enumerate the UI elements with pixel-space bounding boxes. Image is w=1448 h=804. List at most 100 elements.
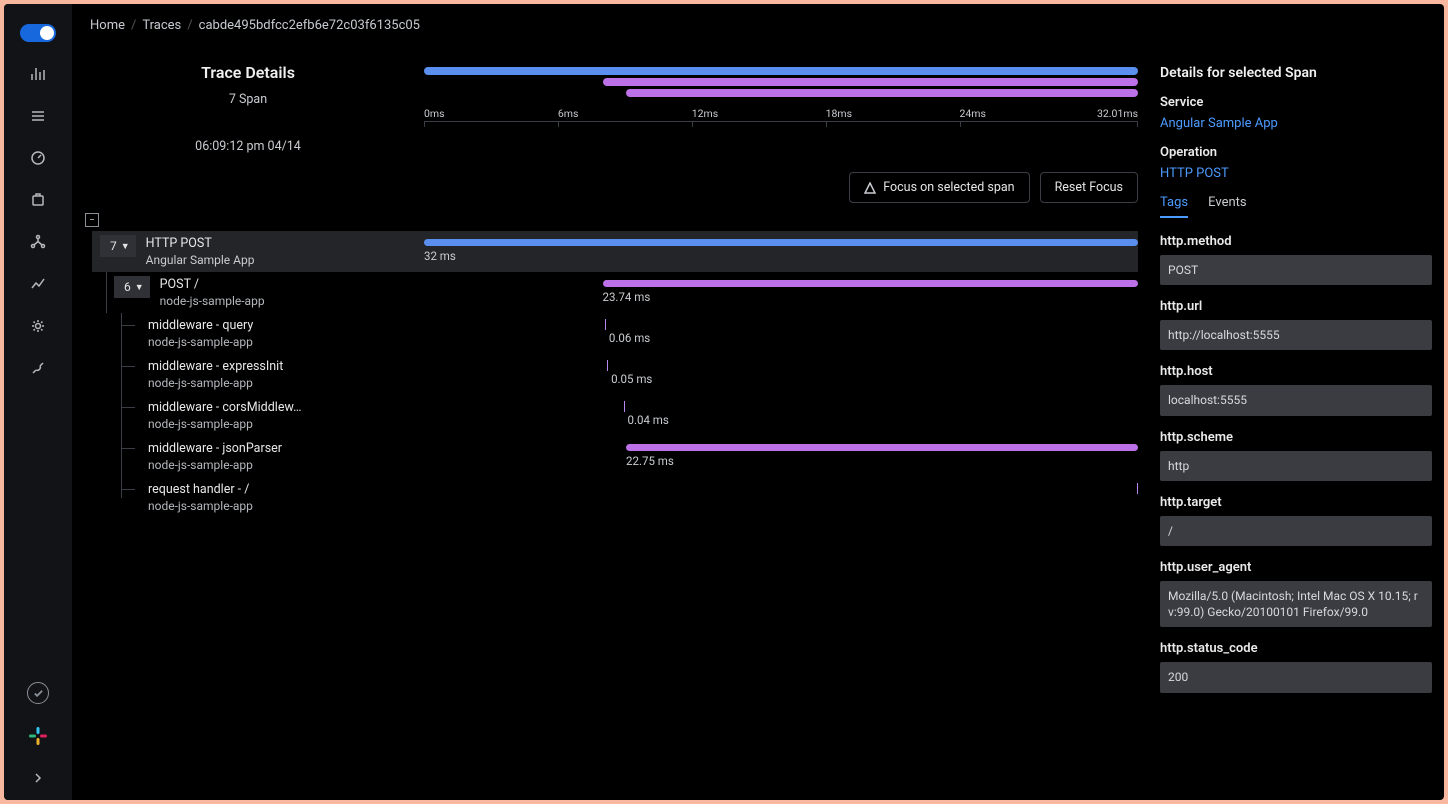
span-duration: 0.05 ms	[611, 372, 652, 386]
theme-toggle[interactable]	[20, 24, 56, 42]
span-service: node-js-sample-app	[148, 417, 301, 431]
tag-key: http.target	[1160, 495, 1432, 510]
span-duration: 0.06 ms	[609, 331, 650, 345]
slack-icon[interactable]	[28, 726, 48, 746]
span-details-panel: Details for selected Span Service Angula…	[1148, 47, 1444, 800]
list-icon[interactable]	[28, 106, 48, 126]
service-link[interactable]: Angular Sample App	[1160, 116, 1432, 131]
tag-key: http.scheme	[1160, 430, 1432, 445]
expand-sidebar-icon[interactable]	[28, 768, 48, 788]
span-row[interactable]: middleware - expressInit node-js-sample-a…	[92, 354, 1138, 395]
span-service: node-js-sample-app	[148, 335, 253, 349]
span-operation: request handler - /	[148, 482, 253, 497]
instrument-icon[interactable]	[28, 358, 48, 378]
minimap-bar	[424, 67, 1138, 75]
tag-value[interactable]: localhost:5555	[1160, 385, 1432, 415]
tag-block: http.user_agent Mozilla/5.0 (Macintosh; I…	[1160, 560, 1432, 627]
span-duration: 22.75 ms	[626, 454, 674, 468]
tag-key: http.status_code	[1160, 641, 1432, 656]
usage-icon[interactable]	[28, 274, 48, 294]
span-service: node-js-sample-app	[148, 376, 283, 390]
span-bar	[605, 319, 606, 330]
span-row[interactable]: request handler - / node-js-sample-app	[92, 477, 1138, 518]
tag-key: http.method	[1160, 234, 1432, 249]
tag-value[interactable]: POST	[1160, 255, 1432, 285]
dashboard-icon[interactable]	[28, 148, 48, 168]
span-row[interactable]: 6▼ POST / node-js-sample-app 23.74 ms	[92, 272, 1138, 313]
span-row[interactable]: middleware - jsonParser node-js-sample-ap…	[92, 436, 1138, 477]
span-operation: HTTP POST	[146, 236, 255, 251]
tag-value[interactable]: /	[1160, 516, 1432, 546]
span-service: node-js-sample-app	[160, 294, 265, 308]
minimap-bar	[603, 78, 1139, 86]
tag-value[interactable]: http://localhost:5555	[1160, 320, 1432, 350]
span-bar	[424, 239, 1138, 246]
tag-block: http.target /	[1160, 495, 1432, 546]
span-row[interactable]: middleware - query node-js-sample-app 0.06…	[92, 313, 1138, 354]
ruler-tick: 12ms	[692, 107, 718, 120]
span-toggle[interactable]: 7▼	[100, 235, 136, 257]
ruler-tick: 6ms	[558, 107, 579, 120]
minimap-bar	[626, 89, 1138, 97]
metrics-icon[interactable]	[28, 64, 48, 84]
page-title: Trace Details	[72, 63, 424, 82]
settings-icon[interactable]	[28, 316, 48, 336]
ruler-tick: 24ms	[960, 107, 986, 120]
tab-events[interactable]: Events	[1208, 195, 1246, 218]
breadcrumb: Home / Traces / cabde495bdfcc2efb6e72c03…	[72, 4, 1444, 47]
operation-label: Operation	[1160, 145, 1432, 160]
operation-link[interactable]: HTTP POST	[1160, 166, 1432, 181]
tag-block: http.status_code 200	[1160, 641, 1432, 692]
span-operation: POST /	[160, 277, 265, 292]
span-operation: middleware - expressInit	[148, 359, 283, 374]
span-operation: middleware - jsonParser	[148, 441, 282, 456]
tag-block: http.url http://localhost:5555	[1160, 299, 1432, 350]
span-duration: 0.04 ms	[627, 413, 668, 427]
details-title: Details for selected Span	[1160, 65, 1432, 81]
breadcrumb-traces[interactable]: Traces	[142, 18, 181, 33]
trace-minimap[interactable]	[424, 67, 1138, 103]
tag-key: http.user_agent	[1160, 560, 1432, 575]
time-ruler: 0ms 6ms 12ms 18ms 24ms 32.01ms	[424, 107, 1138, 127]
breadcrumb-trace-id: cabde495bdfcc2efb6e72c03f6135c05	[199, 18, 420, 33]
collapse-all-button[interactable]: −	[85, 213, 99, 227]
span-row[interactable]: middleware - corsMiddlew… node-js-sample-…	[92, 395, 1138, 436]
tag-value[interactable]: 200	[1160, 662, 1432, 692]
tag-value[interactable]: http	[1160, 451, 1432, 481]
separator: /	[187, 18, 192, 33]
tag-block: http.method POST	[1160, 234, 1432, 285]
reset-focus-button[interactable]: Reset Focus	[1040, 172, 1138, 203]
sidebar	[4, 4, 72, 800]
trace-timestamp: 06:09:12 pm 04/14	[72, 139, 424, 154]
span-bar	[607, 360, 608, 371]
tag-value[interactable]: Mozilla/5.0 (Macintosh; Intel Mac OS X 1…	[1160, 581, 1432, 627]
span-service: Angular Sample App	[146, 253, 255, 267]
span-toggle[interactable]: 6▼	[114, 276, 150, 298]
service-label: Service	[1160, 95, 1432, 110]
tag-block: http.hostlocalhost:5555	[1160, 364, 1432, 415]
tab-tags[interactable]: Tags	[1160, 195, 1188, 218]
tag-key: http.url	[1160, 299, 1432, 314]
service-map-icon[interactable]	[28, 232, 48, 252]
ruler-tick: 18ms	[826, 107, 852, 120]
span-bar	[603, 280, 1139, 287]
breadcrumb-home[interactable]: Home	[90, 18, 125, 33]
span-row[interactable]: 7▼ HTTP POST Angular Sample App 32 ms	[92, 231, 1138, 272]
status-ok-icon[interactable]	[27, 682, 49, 704]
span-duration: 23.74 ms	[603, 290, 651, 304]
alerts-icon[interactable]	[28, 190, 48, 210]
focus-span-label: Focus on selected span	[883, 180, 1014, 195]
span-operation: middleware - query	[148, 318, 253, 333]
span-service: node-js-sample-app	[148, 499, 253, 513]
span-bar	[626, 444, 1138, 451]
span-duration: 32 ms	[424, 249, 456, 263]
separator: /	[131, 18, 136, 33]
span-bar	[624, 401, 625, 412]
focus-span-button[interactable]: Focus on selected span	[849, 172, 1029, 203]
span-service: node-js-sample-app	[148, 458, 282, 472]
span-count: 7 Span	[72, 92, 424, 107]
ruler-tick: 32.01ms	[1097, 107, 1138, 120]
span-bar	[1137, 483, 1138, 494]
tag-block: http.scheme http	[1160, 430, 1432, 481]
span-operation: middleware - corsMiddlew…	[148, 400, 301, 415]
